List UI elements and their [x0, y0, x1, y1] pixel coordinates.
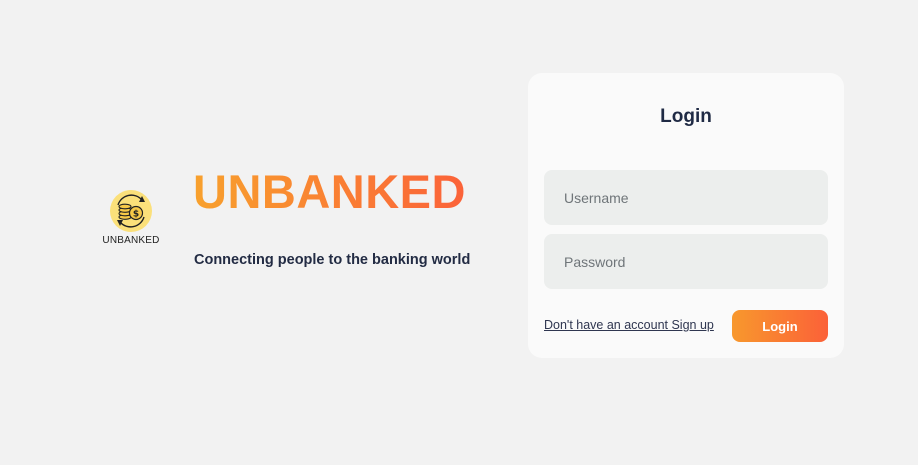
- signup-link[interactable]: Don't have an account Sign up: [544, 318, 714, 332]
- login-button[interactable]: Login: [732, 310, 828, 342]
- password-input[interactable]: [544, 234, 828, 289]
- username-input[interactable]: [544, 170, 828, 225]
- brand-title: UNBANKED: [193, 165, 466, 218]
- login-title: Login: [660, 106, 712, 127]
- logo-caption: UNBANKED: [102, 235, 160, 246]
- logo: $ UNBANKED: [100, 188, 162, 246]
- coin-stack-cycle-icon: $: [110, 190, 152, 232]
- brand-tagline: Connecting people to the banking world: [194, 252, 471, 268]
- svg-text:$: $: [133, 210, 139, 220]
